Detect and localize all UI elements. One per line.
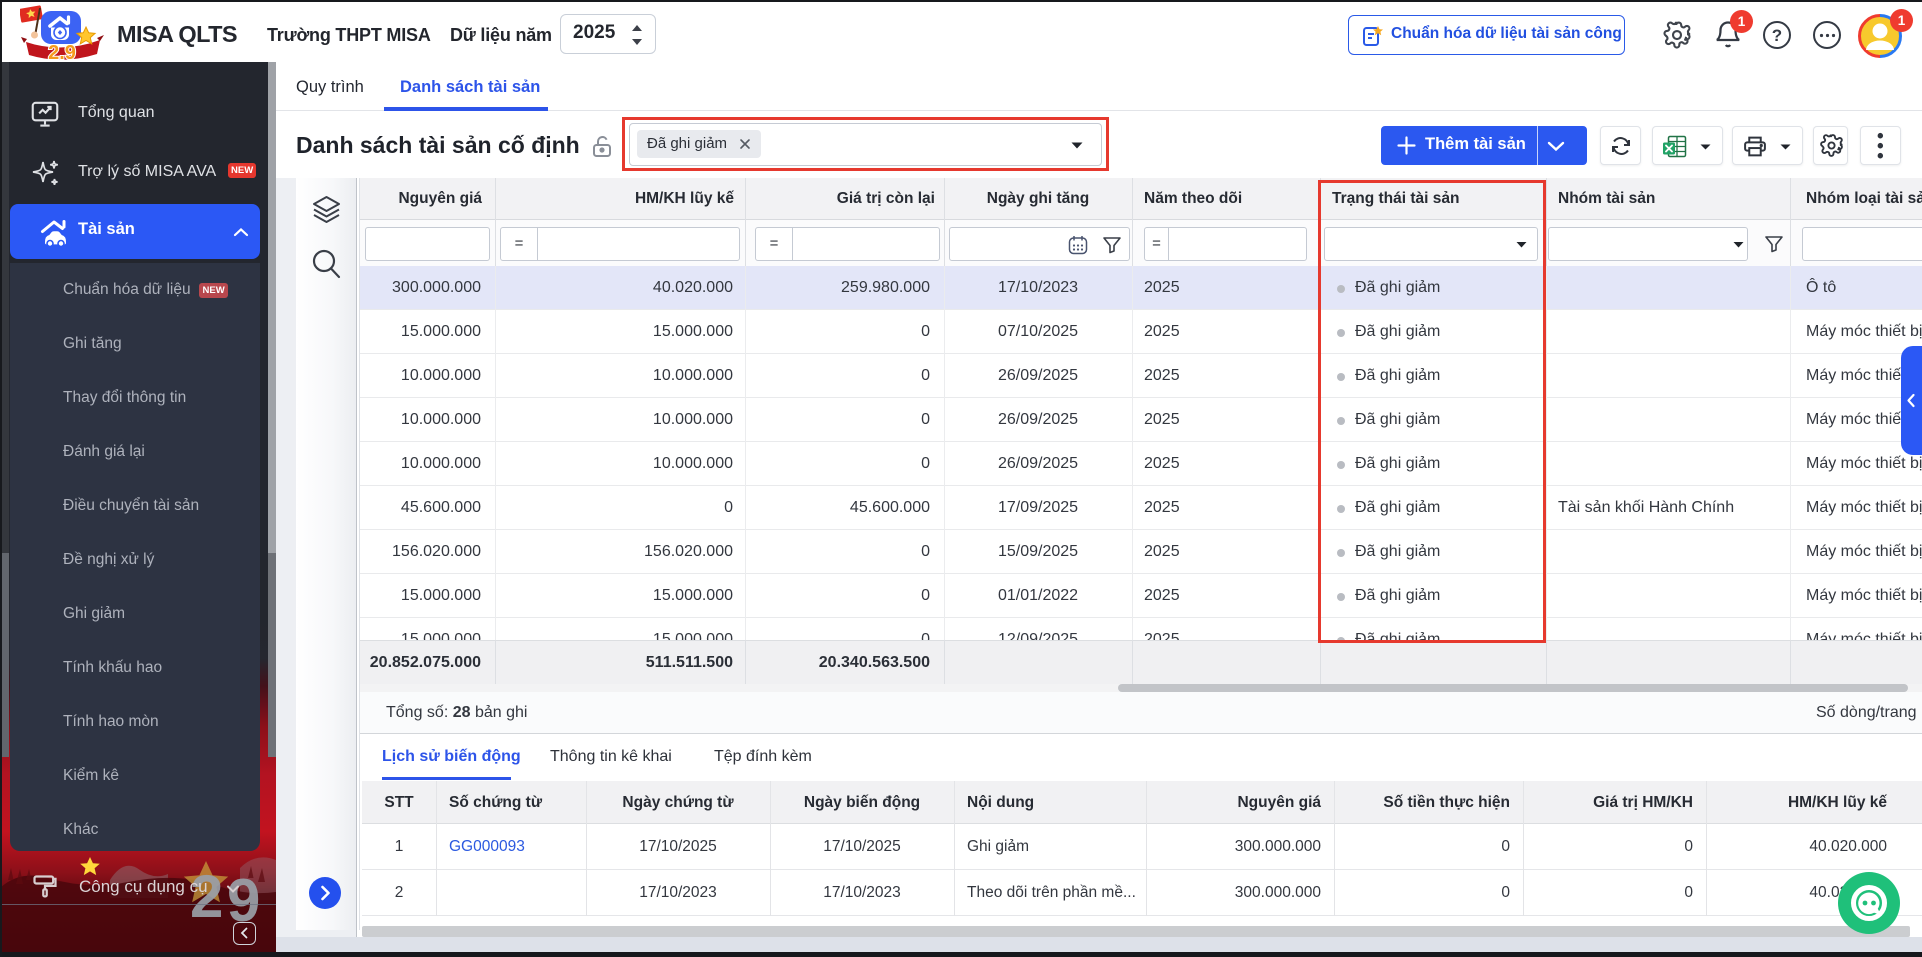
- svg-text:2.9: 2.9: [48, 42, 76, 62]
